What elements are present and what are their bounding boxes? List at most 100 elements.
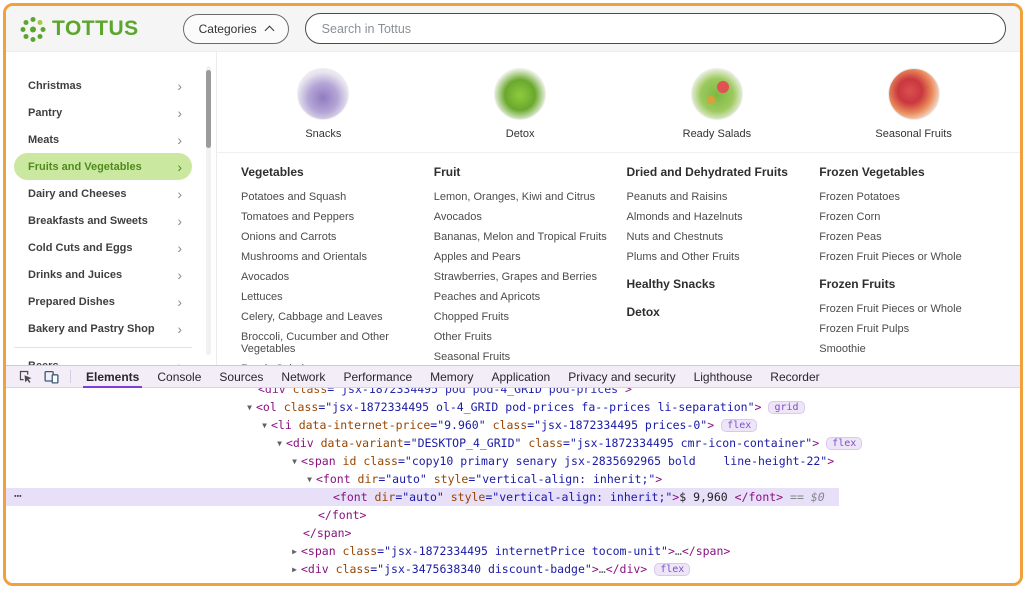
- tab-sources[interactable]: Sources: [210, 366, 272, 387]
- section-title-fruit[interactable]: Fruit: [434, 165, 617, 179]
- tab-application[interactable]: Application: [482, 366, 559, 387]
- sidebar-item-breakfasts-and-sweets[interactable]: Breakfasts and Sweets›: [14, 207, 192, 234]
- sidebar-item-drinks-and-juices[interactable]: Drinks and Juices›: [14, 261, 192, 288]
- collapse-arrow-icon[interactable]: ▼: [303, 471, 316, 489]
- featured-ready-salads[interactable]: Ready Salads: [619, 68, 816, 140]
- tab-performance[interactable]: Performance: [334, 366, 421, 387]
- tab-network[interactable]: Network: [272, 366, 334, 387]
- device-toolbar-icon[interactable]: [38, 366, 64, 387]
- sidebar-item-meats[interactable]: Meats›: [14, 126, 192, 153]
- menu-link[interactable]: Apples and Pears: [434, 251, 617, 263]
- menu-link[interactable]: Avocados: [434, 211, 617, 223]
- collapse-arrow-icon[interactable]: ▼: [288, 453, 301, 471]
- menu-link[interactable]: Frozen Corn: [819, 211, 1002, 223]
- tab-memory[interactable]: Memory: [421, 366, 482, 387]
- section-title-vegetables[interactable]: Vegetables: [241, 165, 424, 179]
- dom-tree-node[interactable]: </font>: [6, 506, 1020, 524]
- tab-elements[interactable]: Elements: [77, 366, 148, 387]
- inspect-element-icon[interactable]: [12, 366, 38, 387]
- dom-tree-node[interactable]: ▼<div data-variant="DESKTOP_4_GRID" clas…: [6, 434, 1020, 452]
- menu-link[interactable]: Plums and Other Fruits: [627, 251, 810, 263]
- dom-tree-node[interactable]: ▼<font dir="auto" style="vertical-align:…: [6, 470, 1020, 488]
- more-actions-icon[interactable]: ⋯: [14, 488, 22, 506]
- sidebar-item-beers[interactable]: Beers›: [14, 352, 192, 365]
- layout-badge-flex[interactable]: flex: [654, 563, 690, 576]
- dom-tree-node[interactable]: ▼<ol class="jsx-1872334495 ol-4_GRID pod…: [6, 398, 1020, 416]
- tab-console[interactable]: Console: [148, 366, 210, 387]
- section-title-frozen-fruits[interactable]: Frozen Fruits: [819, 277, 1002, 291]
- code-token: class: [528, 436, 563, 450]
- menu-link[interactable]: Onions and Carrots: [241, 231, 424, 243]
- menu-link[interactable]: Avocados: [241, 271, 424, 283]
- dom-tree-node[interactable]: ⋯<font dir="auto" style="vertical-align:…: [6, 488, 839, 506]
- menu-link[interactable]: Lemon, Oranges, Kiwi and Citrus: [434, 191, 617, 203]
- menu-link[interactable]: Other Fruits: [434, 331, 617, 343]
- menu-link[interactable]: Chopped Fruits: [434, 311, 617, 323]
- sidebar-item-prepared-dishes[interactable]: Prepared Dishes›: [14, 288, 192, 315]
- categories-button[interactable]: Categories: [183, 14, 289, 44]
- collapse-arrow-icon[interactable]: ▼: [258, 417, 271, 435]
- menu-link[interactable]: Broccoli, Cucumber and Other Vegetables: [241, 331, 424, 355]
- menu-link[interactable]: Mushrooms and Orientals: [241, 251, 424, 263]
- layout-badge-flex[interactable]: flex: [826, 437, 862, 450]
- search-input[interactable]: [305, 13, 1006, 44]
- dom-tree-node[interactable]: ▶<span class="jsx-1872334495 internetPri…: [6, 542, 1020, 560]
- section-title-dried-and-dehydrated-fruits[interactable]: Dried and Dehydrated Fruits: [627, 165, 810, 179]
- menu-link[interactable]: Nuts and Chestnuts: [627, 231, 810, 243]
- tab-recorder[interactable]: Recorder: [761, 366, 828, 387]
- sidebar-item-label: Cold Cuts and Eggs: [28, 242, 133, 254]
- sidebar-item-cold-cuts-and-eggs[interactable]: Cold Cuts and Eggs›: [14, 234, 192, 261]
- menu-link[interactable]: Frozen Fruit Pieces or Whole: [819, 251, 1002, 263]
- menu-link[interactable]: Lettuces: [241, 291, 424, 303]
- tab-privacy-and-security[interactable]: Privacy and security: [559, 366, 684, 387]
- menu-link[interactable]: Strawberries, Grapes and Berries: [434, 271, 617, 283]
- menu-link[interactable]: Bananas, Melon and Tropical Fruits: [434, 231, 617, 243]
- collapse-arrow-icon[interactable]: ▼: [273, 435, 286, 453]
- dom-tree-node[interactable]: <div class="jsx-1872334495 pod pod-4_GRI…: [6, 388, 1020, 398]
- expand-arrow-icon[interactable]: ▶: [288, 543, 301, 561]
- tottus-logo[interactable]: TOTTUS: [20, 16, 139, 42]
- scrollbar-thumb[interactable]: [206, 70, 211, 148]
- code-token: >: [827, 454, 834, 468]
- menu-link[interactable]: Frozen Peas: [819, 231, 1002, 243]
- menu-link[interactable]: Tomatoes and Peppers: [241, 211, 424, 223]
- featured-detox[interactable]: Detox: [422, 68, 619, 140]
- layout-badge-grid[interactable]: grid: [768, 401, 804, 414]
- menu-link[interactable]: Celery, Cabbage and Leaves: [241, 311, 424, 323]
- menu-link[interactable]: Frozen Potatoes: [819, 191, 1002, 203]
- menu-link[interactable]: Smoothie: [819, 343, 1002, 355]
- layout-badge-flex[interactable]: flex: [721, 419, 757, 432]
- chevron-right-icon: ›: [177, 106, 182, 120]
- menu-link[interactable]: Frozen Fruit Pieces or Whole: [819, 303, 1002, 315]
- menu-link[interactable]: Peaches and Apricots: [434, 291, 617, 303]
- menu-link[interactable]: Frozen Fruit Pulps: [819, 323, 1002, 335]
- sidebar-item-fruits-and-vegetables[interactable]: Fruits and Vegetables›: [14, 153, 192, 180]
- code-token: >: [668, 544, 675, 558]
- dom-tree-node[interactable]: ▶<div class="jsx-3475638340 discount-bad…: [6, 560, 1020, 578]
- section-title-detox[interactable]: Detox: [627, 305, 810, 319]
- dom-tree-node[interactable]: </span>: [6, 524, 1020, 542]
- menu-link[interactable]: Almonds and Hazelnuts: [627, 211, 810, 223]
- collapse-arrow-icon[interactable]: ▼: [243, 399, 256, 417]
- sidebar-item-christmas[interactable]: Christmas›: [14, 72, 192, 99]
- code-token: >: [655, 472, 662, 486]
- tab-lighthouse[interactable]: Lighthouse: [685, 366, 762, 387]
- section-title-frozen-vegetables[interactable]: Frozen Vegetables: [819, 165, 1002, 179]
- menu-link[interactable]: Potatoes and Squash: [241, 191, 424, 203]
- sidebar-item-pantry[interactable]: Pantry›: [14, 99, 192, 126]
- sidebar-item-bakery-and-pastry-shop[interactable]: Bakery and Pastry Shop›: [14, 315, 192, 342]
- code-token: class: [363, 454, 398, 468]
- featured-seasonal-fruits[interactable]: Seasonal Fruits: [815, 68, 1012, 140]
- sidebar-item-dairy-and-cheeses[interactable]: Dairy and Cheeses›: [14, 180, 192, 207]
- dom-tree-node[interactable]: ▼<span id class="copy10 primary senary j…: [6, 452, 1020, 470]
- dom-tree-node[interactable]: ▼<li data-internet-price="9.960" class="…: [6, 416, 1020, 434]
- menu-link[interactable]: Seasonal Fruits: [434, 351, 617, 363]
- menu-column: Dried and Dehydrated Fruits Peanuts and R…: [627, 165, 820, 365]
- sidebar-scrollbar[interactable]: [206, 66, 211, 355]
- featured-snacks[interactable]: Snacks: [225, 68, 422, 140]
- code-token: <span: [301, 544, 343, 558]
- code-token: ="jsx-1872334495 ol-4_GRID pod-prices fa…: [318, 400, 754, 414]
- section-title-healthy-snacks[interactable]: Healthy Snacks: [627, 277, 810, 291]
- menu-link[interactable]: Peanuts and Raisins: [627, 191, 810, 203]
- expand-arrow-icon[interactable]: ▶: [288, 561, 301, 579]
